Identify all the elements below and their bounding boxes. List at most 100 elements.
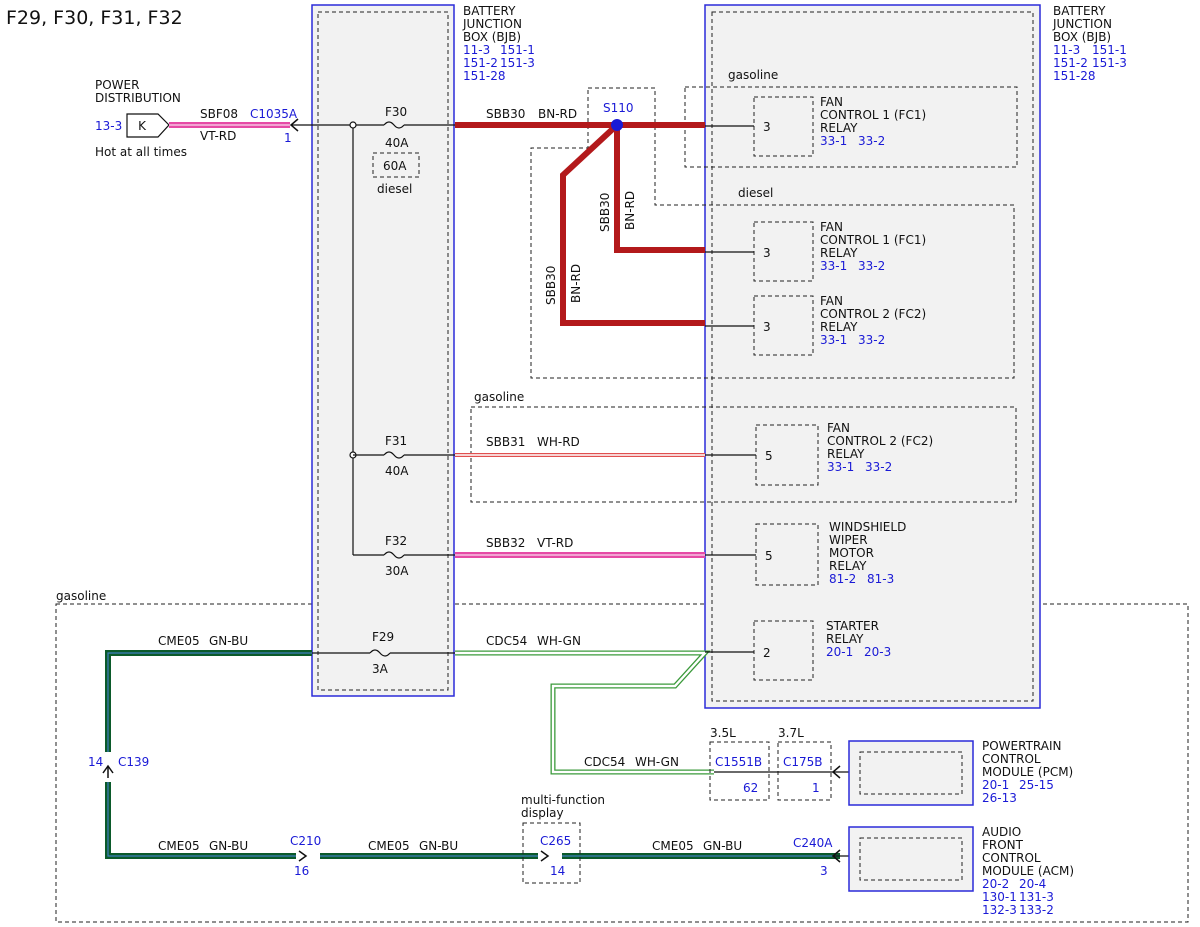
bjb-left-ref[interactable]: 11-3	[463, 43, 490, 57]
relay-ref[interactable]: 33-2	[858, 259, 885, 273]
acm-ref[interactable]: 133-2	[1019, 903, 1054, 917]
relay-ref[interactable]: 33-2	[858, 134, 885, 148]
connector-c265[interactable]: multi-function display C265 14	[521, 793, 605, 884]
relay-label-line: FAN	[827, 421, 850, 435]
c240a-name[interactable]: C240A	[793, 836, 833, 850]
acm-module[interactable]: AUDIO FRONT CONTROL MODULE (ACM) 20-2 20…	[848, 825, 1074, 917]
relay-label-line: STARTER	[826, 619, 879, 633]
relay-ref[interactable]: 81-3	[867, 572, 894, 586]
cme05-circuit-label-3: CME05	[368, 839, 410, 853]
relay-ref[interactable]: 33-1	[820, 134, 847, 148]
bjb-right-line3: BOX (BJB)	[1053, 30, 1111, 44]
bjb-right-ref[interactable]: 11-3	[1053, 43, 1080, 57]
c1551b-pin: 62	[743, 781, 758, 795]
sbf08-circuit-label: SBF08	[200, 107, 238, 121]
acm-ref[interactable]: 20-4	[1019, 877, 1046, 891]
acm-ref[interactable]: 20-2	[982, 877, 1009, 891]
bjb-left-ref[interactable]: 151-3	[500, 56, 535, 70]
acm-line3: CONTROL	[982, 851, 1041, 865]
sbb32-circuit-label: SBB32	[486, 536, 525, 550]
sbb30-circuit-label: SBB30	[486, 107, 525, 121]
fuse-f31-rating: 40A	[385, 464, 409, 478]
pcm-box	[848, 740, 974, 806]
c210-name[interactable]: C210	[290, 834, 321, 848]
c139-name[interactable]: C139	[118, 755, 149, 769]
c1035a-pin: 1	[284, 131, 292, 145]
power-distribution: POWER DISTRIBUTION 13-3 K Hot at all tim…	[95, 78, 187, 159]
bjb-left-ref[interactable]: 151-1	[500, 43, 535, 57]
relay-label-line: CONTROL 2 (FC2)	[820, 307, 926, 321]
relay-ref[interactable]: 33-2	[865, 460, 892, 474]
c1551b-name[interactable]: C1551B	[715, 755, 762, 769]
variant-gasoline-fc1: gasoline	[728, 68, 778, 82]
c175b-name[interactable]: C175B	[783, 755, 823, 769]
cme05-color-label-2: GN-BU	[209, 839, 248, 853]
relay-label-line: WINDSHIELD	[829, 520, 906, 534]
relay-ref[interactable]: 33-2	[858, 333, 885, 347]
bjb-right-ref[interactable]: 151-1	[1092, 43, 1127, 57]
c1035a-connector[interactable]: C1035A	[250, 107, 298, 121]
cme05-circuit-label: CME05	[158, 634, 200, 648]
connector-c1551b[interactable]: 3.5L C1551B 62	[709, 726, 770, 801]
sbb30-circuit-label-vertical: SBB30	[598, 193, 612, 232]
pcm-line1: POWERTRAIN	[982, 739, 1062, 753]
cme05-color-label: GN-BU	[209, 634, 248, 648]
bjb-right-ref[interactable]: 151-2	[1053, 56, 1088, 70]
relay-ref[interactable]: 81-2	[829, 572, 856, 586]
power-dist-pin: K	[138, 119, 147, 133]
relay-ref[interactable]: 20-3	[864, 645, 891, 659]
relay-pin: 5	[765, 449, 773, 463]
c265-name[interactable]: C265	[540, 834, 571, 848]
pcm-ref[interactable]: 26-13	[982, 791, 1017, 805]
connector-c175b[interactable]: 3.7L C175B 1	[777, 726, 832, 801]
pcm-line3: MODULE (PCM)	[982, 765, 1073, 779]
variant-3-5l: 3.5L	[710, 726, 736, 740]
relay-label-line: RELAY	[827, 447, 865, 461]
connector-c139[interactable]: 14 C139	[88, 752, 149, 782]
diagram-title: F29, F30, F31, F32	[6, 7, 183, 29]
bjb-left-ref[interactable]: 151-2	[463, 56, 498, 70]
c139-pin: 14	[88, 755, 103, 769]
sbb30-color-label: BN-RD	[538, 107, 577, 121]
power-dist-line2: DISTRIBUTION	[95, 91, 181, 105]
pcm-module[interactable]: POWERTRAIN CONTROL MODULE (PCM) 20-1 25-…	[848, 739, 1073, 806]
power-dist-note: Hot at all times	[95, 145, 187, 159]
relay-ref[interactable]: 33-1	[827, 460, 854, 474]
bjb-left-ref[interactable]: 151-28	[463, 69, 506, 83]
wire-sbb30-fc1-diesel	[614, 125, 705, 253]
relay-label-line: CONTROL 1 (FC1)	[820, 108, 926, 122]
c240a-pin: 3	[820, 864, 828, 878]
relay-label-line: FAN	[820, 95, 843, 109]
sbb32-color-label: VT-RD	[537, 536, 573, 550]
sbf08-color-label: VT-RD	[200, 129, 236, 143]
bjb-left-label: BATTERY JUNCTION BOX (BJB) 11-3 151-1 15…	[462, 4, 535, 83]
relay-label-line: MOTOR	[829, 546, 874, 560]
fuse-f30-alt-rating: 60A	[383, 159, 407, 173]
acm-line4: MODULE (ACM)	[982, 864, 1074, 878]
variant-gasoline-fc2: gasoline	[474, 390, 524, 404]
splice-s110-label[interactable]: S110	[603, 101, 634, 115]
cdc54-circuit-label: CDC54	[486, 634, 527, 648]
cme05-color-label-3: GN-BU	[419, 839, 458, 853]
relay-ref[interactable]: 33-1	[820, 259, 847, 273]
acm-ref[interactable]: 130-1	[982, 890, 1017, 904]
pcm-ref[interactable]: 25-15	[1019, 778, 1054, 792]
relay-pin: 3	[763, 120, 771, 134]
c175b-pin: 1	[812, 781, 820, 795]
relay-pin: 5	[765, 549, 773, 563]
relay-label-line: RELAY	[820, 121, 858, 135]
bjb-right-ref[interactable]: 151-3	[1092, 56, 1127, 70]
relay-ref[interactable]: 20-1	[826, 645, 853, 659]
fuse-f32-name: F32	[385, 534, 407, 548]
power-dist-ref[interactable]: 13-3	[95, 119, 122, 133]
sbb31-color-label: WH-RD	[537, 435, 580, 449]
c265-gap	[538, 851, 562, 861]
acm-ref[interactable]: 131-3	[1019, 890, 1054, 904]
pcm-ref[interactable]: 20-1	[982, 778, 1009, 792]
acm-ref[interactable]: 132-3	[982, 903, 1017, 917]
fuse-f30-name: F30	[385, 105, 407, 119]
wiring-diagram: F29, F30, F31, F32 gasoline BATTERY JUNC…	[6, 4, 1189, 923]
cdc54-circuit-label-2: CDC54	[584, 755, 625, 769]
relay-ref[interactable]: 33-1	[820, 333, 847, 347]
bjb-right-ref[interactable]: 151-28	[1053, 69, 1096, 83]
